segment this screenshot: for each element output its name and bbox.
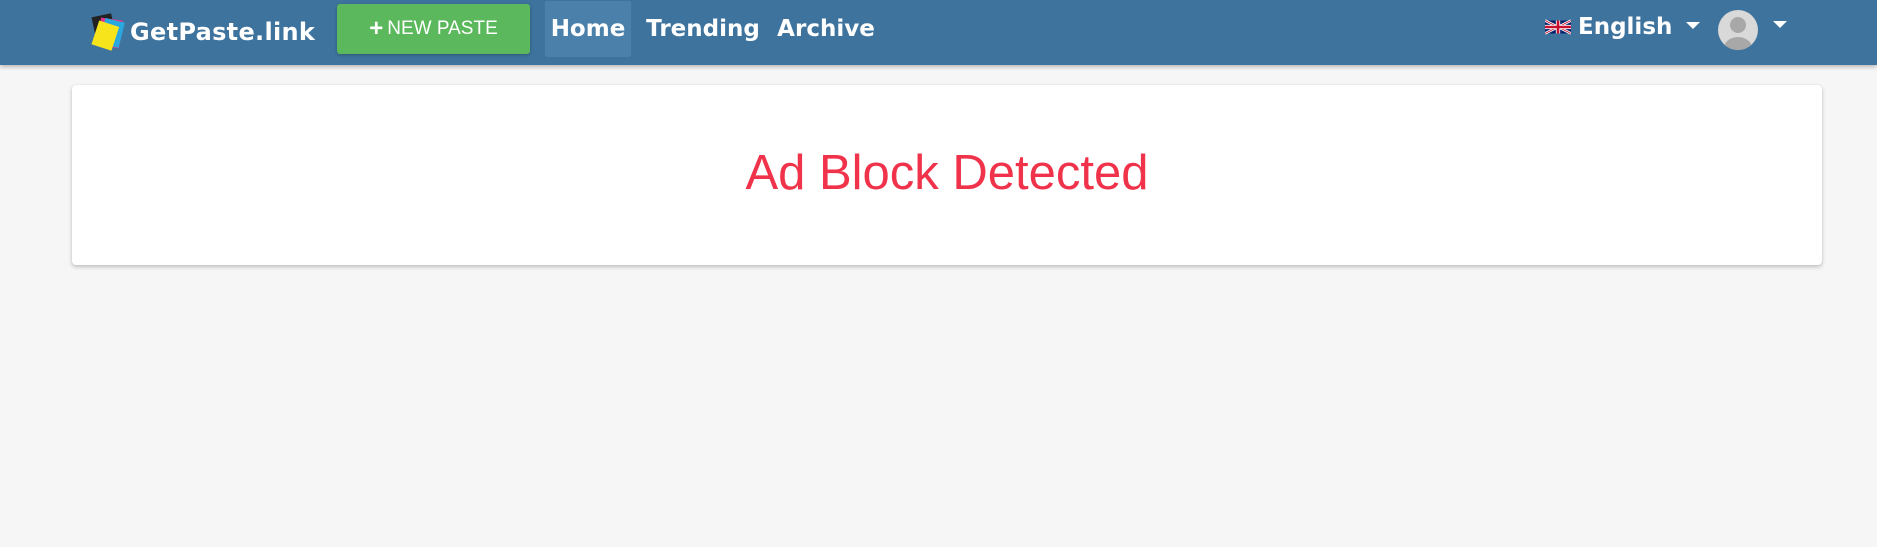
nav-home[interactable]: Home (545, 1, 631, 57)
plus-icon: + (369, 15, 384, 42)
brand-name: GetPaste.link (130, 18, 316, 46)
nav-trending[interactable]: Trending (646, 1, 760, 57)
user-avatar-icon (1718, 10, 1758, 50)
nav-archive[interactable]: Archive (776, 1, 876, 57)
new-paste-label: NEW PASTE (387, 18, 498, 39)
user-menu[interactable] (1718, 9, 1787, 51)
brand-link[interactable]: GetPaste.link (90, 12, 315, 52)
adblock-message: Ad Block Detected (745, 146, 1149, 200)
chevron-down-icon (1686, 21, 1701, 29)
language-label: English (1578, 14, 1673, 40)
chevron-down-icon (1773, 20, 1787, 28)
top-navbar: GetPaste.link + NEW PASTE Home Trending … (0, 0, 1877, 65)
adblock-notice-card: Ad Block Detected (72, 85, 1822, 265)
uk-flag-icon (1545, 19, 1571, 35)
new-paste-button[interactable]: + NEW PASTE (337, 4, 530, 54)
language-dropdown[interactable]: English (1545, 10, 1701, 44)
paste-logo-icon (91, 13, 125, 51)
